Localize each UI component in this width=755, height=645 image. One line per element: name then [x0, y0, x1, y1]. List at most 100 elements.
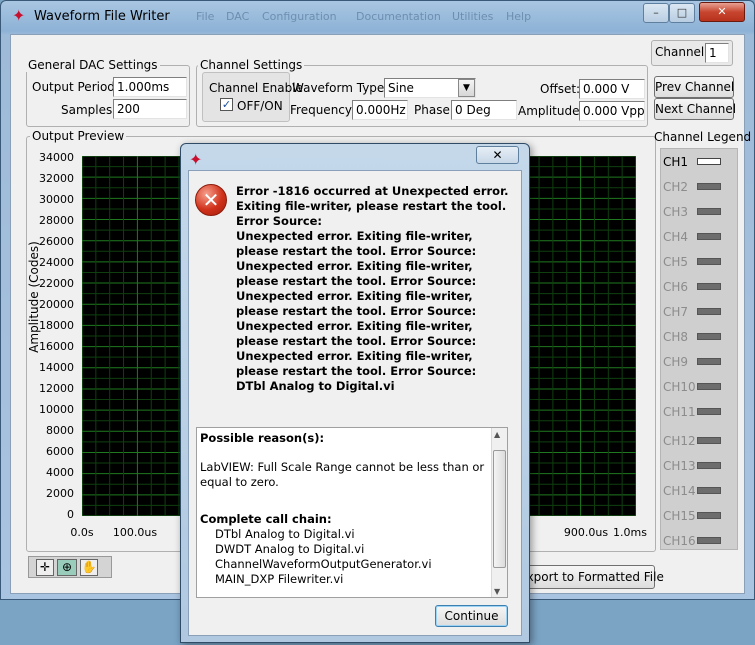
legend-label: CH11	[663, 405, 696, 419]
zoom-icon[interactable]: ⊕	[57, 559, 77, 576]
legend-swatch	[697, 537, 721, 544]
menu-file[interactable]: File	[196, 10, 214, 23]
y-tick: 6000	[46, 445, 74, 458]
amplitude-input[interactable]: 0.000 Vpp	[579, 101, 645, 121]
legend-label: CH2	[663, 180, 689, 194]
legend-swatch	[697, 208, 721, 215]
legend-item[interactable]: CH13	[661, 456, 737, 476]
y-tick: 8000	[46, 424, 74, 437]
legend-label: CH8	[663, 330, 689, 344]
scroll-up-icon[interactable]: ▲	[494, 430, 500, 439]
channel-enable-box	[202, 72, 290, 122]
legend-item[interactable]: CH14	[661, 481, 737, 501]
y-tick: 14000	[39, 361, 74, 374]
y-tick: 18000	[39, 319, 74, 332]
waveform-type-label: Waveform Type:	[292, 81, 389, 95]
output-period-label: Output Period:	[32, 80, 119, 94]
dialog-ti-logo-icon: ✦	[189, 150, 203, 169]
legend-item[interactable]: CH4	[661, 227, 737, 247]
legend-swatch	[697, 512, 721, 519]
legend-label: CH3	[663, 205, 689, 219]
menu-help[interactable]: Help	[506, 10, 531, 23]
export-formatted-file-button[interactable]: Export to Formatted File	[518, 565, 664, 589]
pan-hand-icon[interactable]: ✋	[80, 559, 98, 576]
legend-item[interactable]: CH2	[661, 177, 737, 197]
legend-item[interactable]: CH9	[661, 352, 737, 372]
channel-number-input[interactable]: 1	[705, 43, 729, 63]
error-message: Error -1816 occurred at Unexpected error…	[236, 184, 509, 393]
legend-label: CH5	[663, 255, 689, 269]
cursor-move-icon[interactable]: ✛	[36, 559, 54, 576]
y-tick: 26000	[39, 235, 74, 248]
y-tick: 12000	[39, 382, 74, 395]
phase-label: Phase:	[414, 103, 454, 117]
y-tick: 32000	[39, 172, 74, 185]
menu-documentation[interactable]: Documentation	[356, 10, 441, 23]
x-tick-0: 0.0s	[70, 526, 94, 539]
ti-logo-icon: ✦	[12, 6, 26, 25]
details-scrollbar[interactable]: ▲ ▼	[491, 428, 507, 597]
next-channel-button[interactable]: Next Channel	[654, 98, 736, 120]
phase-input[interactable]: 0 Deg	[451, 100, 517, 120]
x-tick-3: 1.0ms	[613, 526, 647, 539]
menu-dac[interactable]: DAC	[226, 10, 249, 23]
enable-checkbox-label: OFF/ON	[237, 99, 283, 113]
legend-swatch	[697, 358, 721, 365]
call-chain-title: Complete call chain:	[200, 512, 332, 526]
legend-swatch	[697, 283, 721, 290]
legend-label: CH13	[663, 459, 696, 473]
y-tick: 22000	[39, 277, 74, 290]
legend-label: CH12	[663, 434, 696, 448]
y-tick: 24000	[39, 256, 74, 269]
legend-item[interactable]: CH3	[661, 202, 737, 222]
y-tick: 4000	[46, 466, 74, 479]
legend-label: CH7	[663, 305, 689, 319]
prev-channel-button[interactable]: Prev Channel	[654, 76, 734, 98]
legend-swatch	[697, 258, 721, 265]
reason-text: LabVIEW: Full Scale Range cannot be less…	[200, 460, 485, 489]
menu-utilities[interactable]: Utilities	[452, 10, 493, 23]
continue-button[interactable]: Continue	[435, 605, 508, 627]
general-dac-title: General DAC Settings	[26, 58, 160, 72]
channel-enable-label: Channel Enable	[209, 81, 303, 95]
y-tick: 30000	[39, 193, 74, 206]
samples-input[interactable]: 200	[113, 99, 187, 119]
legend-swatch	[697, 487, 721, 494]
y-tick: 0	[67, 508, 74, 521]
legend-item[interactable]: CH11	[661, 402, 737, 422]
legend-item[interactable]: CH10	[661, 377, 737, 397]
legend-swatch	[697, 158, 721, 165]
legend-item[interactable]: CH7	[661, 302, 737, 322]
scroll-thumb[interactable]	[493, 450, 506, 568]
menu-configuration[interactable]: Configuration	[262, 10, 337, 23]
channel-legend-title: Channel Legend	[654, 130, 752, 144]
legend-item[interactable]: CH12	[661, 431, 737, 451]
possible-reasons-title: Possible reason(s):	[200, 431, 325, 445]
legend-label: CH10	[663, 380, 696, 394]
x-tick-1: 100.0us	[112, 526, 158, 539]
legend-item[interactable]: CH1	[661, 152, 737, 172]
legend-item[interactable]: CH8	[661, 327, 737, 347]
output-period-input[interactable]: 1.000ms	[113, 77, 187, 97]
title-bar: ✦ Waveform File Writer File DAC Configur…	[0, 0, 755, 34]
close-button[interactable]: ✕	[699, 2, 745, 22]
minimize-button[interactable]: –	[643, 3, 669, 23]
amplitude-label: Amplitude:	[518, 104, 584, 118]
frequency-input[interactable]: 0.000Hz	[352, 100, 408, 120]
legend-label: CH9	[663, 355, 689, 369]
chevron-down-icon[interactable]: ▼	[458, 79, 475, 97]
channel-legend: CH1 CH2 CH3 CH4 CH5 CH6 CH7 CH8 CH9 CH10 CH11 CH12 C…	[660, 148, 738, 550]
legend-item[interactable]: CH15	[661, 506, 737, 526]
scroll-down-icon[interactable]: ▼	[494, 587, 500, 596]
call-chain-item: DWDT Analog to Digital.vi	[215, 542, 365, 556]
legend-label: CH16	[663, 534, 696, 548]
legend-label: CH14	[663, 484, 696, 498]
channel-enable-checkbox[interactable]: ✓	[220, 98, 233, 111]
legend-item[interactable]: CH6	[661, 277, 737, 297]
legend-label: CH15	[663, 509, 696, 523]
legend-item[interactable]: CH5	[661, 252, 737, 272]
maximize-button[interactable]: □	[669, 3, 695, 23]
offset-input[interactable]: 0.000 V	[579, 79, 645, 99]
dialog-close-button[interactable]: ✕	[476, 146, 519, 164]
legend-item[interactable]: CH16	[661, 531, 737, 551]
